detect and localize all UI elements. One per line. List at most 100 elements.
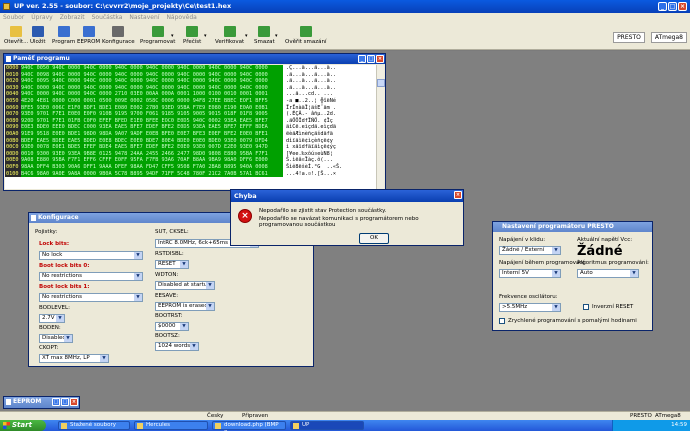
- aktualni-napeti-label: Aktuální napětí Vcc:: [577, 237, 633, 243]
- save-button[interactable]: Uložit: [30, 26, 46, 45]
- menu-zobrazit[interactable]: Zobrazit: [60, 13, 85, 23]
- restore-icon[interactable]: □: [52, 398, 60, 406]
- program-memory-button[interactable]: Program: [52, 26, 75, 45]
- napajeni-klid-select[interactable]: Žádné / Externí ▼: [499, 246, 561, 255]
- eeprom-window-minimized[interactable]: EEPROM □ □ ×: [3, 396, 80, 409]
- chevron-down-icon: ▼: [64, 335, 72, 342]
- close-icon[interactable]: ×: [454, 191, 462, 199]
- verifikovat-button[interactable]: Verifikovat: [215, 26, 244, 45]
- minimize-icon[interactable]: _: [658, 2, 667, 11]
- chevron-down-icon[interactable]: ▾: [245, 33, 248, 39]
- hex-data: 91E9 9518 E0E0 BDE1 98D0 98DA 9A07 9ADF …: [21, 130, 283, 138]
- menu-soucastka[interactable]: Součástka: [92, 13, 123, 23]
- chevron-down-icon: ▼: [206, 282, 214, 289]
- bodlevel-select[interactable]: 2.7V ▼: [39, 314, 65, 323]
- hex-addr: 0080: [5, 117, 21, 125]
- maximize-icon[interactable]: □: [61, 398, 69, 406]
- smazat-button[interactable]: Smazat: [254, 26, 275, 45]
- chevron-down-icon[interactable]: ▾: [204, 33, 207, 39]
- task-stazene-soubory[interactable]: Stažené soubory: [58, 421, 130, 430]
- error-dialog-titlebar[interactable]: Chyba ×: [231, 190, 463, 202]
- bootrst-select[interactable]: $0000 ▼: [155, 322, 189, 331]
- hex-ascii: Šìê8ëšèÍ.°G ..«Š.: [286, 163, 343, 170]
- vertical-scrollbar[interactable]: [376, 65, 385, 189]
- chevron-down-icon[interactable]: ▾: [171, 33, 174, 39]
- rstdisbl-label: RSTDISBL:: [155, 251, 184, 257]
- hex-row[interactable]: 00A0 91E9 9518 E0E0 BDE1 98D0 98DA 9A07 9…: [5, 130, 376, 138]
- hex-addr: 00A0: [5, 130, 21, 138]
- hex-row[interactable]: 0000 940C 0050 940C 0000 940C 0000 940C 0…: [5, 65, 376, 72]
- hex-row[interactable]: 0100 B4C6 98A0 9A0E 9A8A 0000 9B0A 5C78 B…: [5, 170, 376, 178]
- hex-row[interactable]: 00C0 93E0 0078 E0E1 BDE5 EFEF BDE4 EAE5 B…: [5, 144, 376, 151]
- hex-row[interactable]: 0040 940C 0000 940C 0000 940C 0000 2710 0…: [5, 91, 376, 98]
- hex-ascii: ...4!a.¤!.[Š...×: [286, 170, 336, 177]
- lock-bits-select[interactable]: No lock ▼: [39, 251, 143, 260]
- start-button[interactable]: Start: [0, 420, 46, 431]
- ckopt-select[interactable]: XT max 8MHz, LP ▼: [39, 354, 109, 363]
- task-up[interactable]: UP: [290, 421, 364, 430]
- hex-grid[interactable]: 0000 940C 0050 940C 0000 940C 0000 940C 0…: [5, 65, 376, 189]
- hex-row[interactable]: 00F0 98AA DFF4 B303 90A6 DFF1 9AAA DFEF 9…: [5, 163, 376, 171]
- menu-soubor[interactable]: Soubor: [3, 13, 24, 23]
- status-bar: Česky Připraven PRESTO ATmega8: [0, 411, 690, 420]
- task-download[interactable]: download.php (BMP o...: [212, 421, 286, 431]
- window-icon: [6, 399, 11, 405]
- menu-napoveda[interactable]: Nápověda: [166, 13, 196, 23]
- bodlevel-label: BODLEVEL:: [39, 305, 70, 311]
- ok-button[interactable]: OK: [359, 233, 389, 244]
- close-icon[interactable]: ×: [376, 55, 384, 63]
- hex-row[interactable]: 0070 93E0 9701 F7E1 E0E0 E0F0 910B 9195 9…: [5, 111, 376, 118]
- overit-smazani-button[interactable]: Ověřit smazání: [285, 26, 327, 45]
- hex-ascii: .ä...ä...ä...ä..: [286, 78, 336, 85]
- inverzni-reset-checkbox[interactable]: [583, 304, 589, 310]
- pojistky-label: Pojistky:: [35, 229, 58, 235]
- close-icon[interactable]: ×: [678, 2, 687, 11]
- close-icon[interactable]: ×: [70, 398, 78, 406]
- eeprom-button[interactable]: EEPROM: [77, 26, 100, 45]
- menu-upravy[interactable]: Úpravy: [31, 13, 52, 23]
- chevron-down-icon: ▼: [206, 303, 214, 310]
- maximize-icon[interactable]: □: [668, 2, 677, 11]
- open-button[interactable]: Otevřít...: [4, 26, 28, 45]
- frekvence-select[interactable]: >5.5MHz ▼: [499, 303, 561, 312]
- zrychlene-checkbox[interactable]: [499, 318, 505, 324]
- bootrst-label: BOOTRST:: [155, 313, 183, 319]
- wdton-select[interactable]: Disabled at startup ▼: [155, 281, 215, 290]
- clock[interactable]: 14:59: [671, 422, 687, 428]
- programmer-select[interactable]: PRESTO: [613, 32, 645, 43]
- eesave-select[interactable]: EEPROM is erased ▼: [155, 302, 215, 311]
- hex-addr: 0040: [5, 91, 21, 98]
- browser-icon: [215, 423, 221, 429]
- boot-lock0-select[interactable]: No restrictions ▼: [39, 272, 143, 281]
- config-button[interactable]: Konfigurace: [102, 26, 135, 45]
- rstdisbl-select[interactable]: RESET ▼: [155, 260, 189, 269]
- presto-settings-titlebar[interactable]: Nastavení programátoru PRESTO: [493, 222, 652, 232]
- hex-row[interactable]: 0050 4E20 4E81 0000 C000 0001 0500 009E 0…: [5, 97, 376, 105]
- program-memory-titlebar[interactable]: Paměť programu _ □ ×: [4, 54, 385, 64]
- hex-addr: 00D0: [5, 150, 21, 158]
- napajeni-prog-select[interactable]: Interní 5V ▼: [499, 269, 561, 278]
- menu-nastaveni[interactable]: Nastavení: [129, 13, 159, 23]
- boot-lock1-select[interactable]: No restrictions ▼: [39, 293, 143, 302]
- bootsz-select[interactable]: 1024 words ▼: [155, 342, 199, 351]
- chevron-down-icon: ▼: [630, 270, 638, 277]
- algoritmus-select[interactable]: Auto ▼: [577, 269, 639, 278]
- status-state: Připraven: [242, 413, 269, 419]
- task-hercules[interactable]: Hercules: [134, 421, 208, 430]
- chevron-down-icon[interactable]: ▾: [275, 33, 278, 39]
- device-select[interactable]: ATmega8: [650, 32, 687, 43]
- hex-row[interactable]: 0030 940C 0000 940C 0000 940C 0000 940C 0…: [5, 84, 376, 92]
- boden-select[interactable]: Disabled ▼: [39, 334, 73, 343]
- hex-row[interactable]: 00E0 9A08 E880 95BA F7F1 EFF6 CFFF E0FF 9…: [5, 157, 376, 164]
- window-icon: [31, 215, 36, 221]
- config-icon: [112, 26, 125, 37]
- maximize-icon[interactable]: □: [367, 55, 375, 63]
- precist-button[interactable]: Přečíst: [183, 26, 201, 45]
- hex-row[interactable]: 0090 E0E3 BDE0 EEE0 BDEC C000 93EA EAE5 B…: [5, 124, 376, 131]
- hex-row[interactable]: 0010 940C 0098 940C 0000 940C 0000 940C 0…: [5, 71, 376, 79]
- minimize-icon[interactable]: _: [358, 55, 366, 63]
- hex-row[interactable]: 0020 940C 0095 940C 0000 940C 0000 940C 0…: [5, 78, 376, 85]
- save-icon: [31, 26, 44, 37]
- hex-data: 0010 9300 93E0 93EA 9B8E 0125 9478 24AA …: [21, 150, 283, 158]
- error-dialog: Chyba × × Nepodařilo se zjistit stav Pro…: [230, 189, 464, 246]
